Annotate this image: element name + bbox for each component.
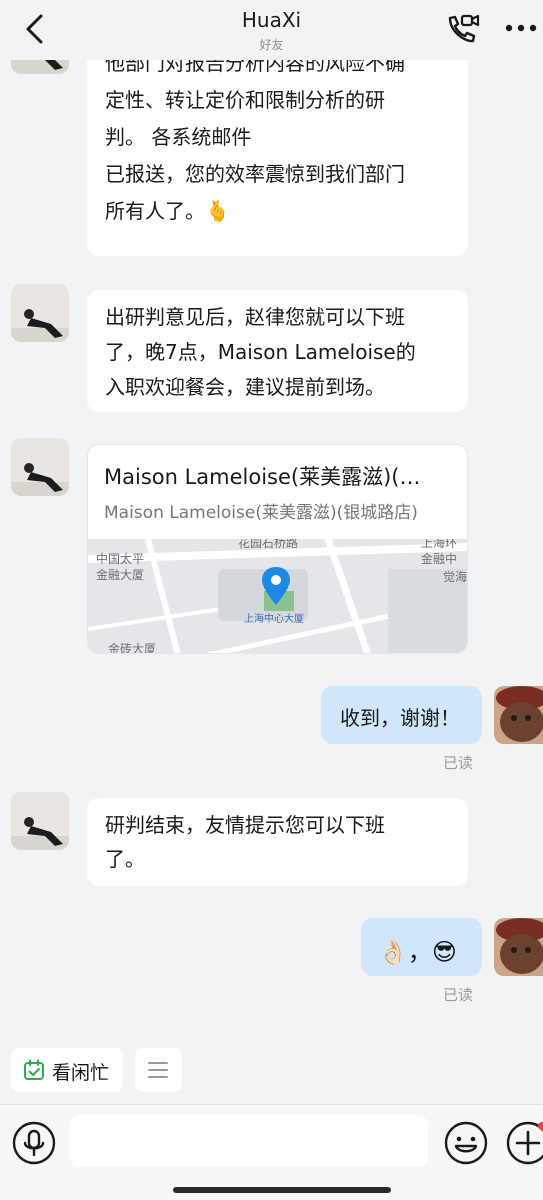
map-label: 金砖大厦 [108, 641, 156, 654]
read-status: 已读 [443, 754, 474, 772]
contact-avatar[interactable] [11, 60, 69, 74]
check-availability-label: 看闲忙 [52, 1062, 110, 1084]
message-list[interactable]: 他部门对报告分析内容的风险不确 定性、转让定价和限制分析的研 判。 各系统邮件 … [0, 60, 543, 1100]
message-line: 了，晚7点，Maison Lameloise的 [105, 340, 416, 364]
plus-icon[interactable] [505, 1120, 543, 1166]
more-actions-button[interactable] [135, 1048, 182, 1092]
message-line: 定性、转让定价和限制分析的研 [105, 88, 385, 112]
message-input[interactable] [70, 1115, 428, 1167]
message-line: 他部门对报告分析内容的风险不确 [105, 60, 405, 75]
chat-header: HuaXi 好友 [0, 0, 543, 60]
message-bubble[interactable]: 研判结束，友情提示您可以下班 了。 [87, 798, 468, 886]
emoji-icon[interactable] [443, 1120, 489, 1166]
my-avatar[interactable] [494, 686, 543, 744]
location-title: Maison Lameloise(莱美露滋)(… [104, 465, 421, 489]
notification-dot [538, 1122, 543, 1130]
message-line: 入职欢迎餐会，建议提前到场。 [105, 375, 385, 399]
contact-avatar[interactable] [11, 284, 69, 342]
microphone-icon[interactable] [11, 1120, 57, 1166]
message-line: 已报送，您的效率震惊到我们部门 [105, 162, 405, 186]
map-label: 上海环 [421, 539, 457, 550]
map-label: 上海中心大厦 [244, 612, 304, 625]
message-line: 研判结束，友情提示您可以下班 [105, 813, 385, 837]
map-label: 金融大厦 [96, 567, 144, 582]
message-line: 判。 各系统邮件 [105, 125, 252, 149]
map-label: 中国太平 [96, 551, 144, 566]
more-icon[interactable] [504, 17, 538, 39]
my-avatar[interactable] [494, 918, 543, 976]
home-indicator [173, 1187, 391, 1193]
calendar-check-icon [24, 1059, 44, 1080]
read-status: 已读 [443, 986, 474, 1004]
contact-avatar[interactable] [11, 792, 69, 850]
map-label: 觉海 [443, 569, 467, 584]
map-label: 金融中 [421, 551, 457, 566]
message-line: 了。 [105, 847, 145, 871]
my-message-bubble[interactable]: 👌🏻，😎 [361, 918, 482, 976]
message-text: 收到，谢谢！ [340, 706, 460, 730]
video-call-icon[interactable] [444, 13, 480, 45]
message-line: 所有人了。🫰 [105, 199, 230, 223]
contact-avatar[interactable] [11, 438, 69, 496]
message-line: 出研判意见后，赵律您就可以下班 [105, 305, 405, 329]
location-address: Maison Lameloise(莱美露滋)(银城路店) [104, 503, 418, 523]
menu-lines-icon [148, 1062, 168, 1078]
my-message-bubble[interactable]: 收到，谢谢！ [321, 686, 482, 744]
message-bubble[interactable]: 出研判意见后，赵律您就可以下班 了，晚7点，Maison Lameloise的 … [87, 290, 468, 412]
input-bar [0, 1104, 543, 1200]
message-text: 👌🏻，😎 [378, 938, 457, 966]
message-bubble[interactable]: 他部门对报告分析内容的风险不确 定性、转让定价和限制分析的研 判。 各系统邮件 … [87, 60, 468, 256]
location-map[interactable]: 花园石桥路 中国太平 金融大厦 上海中心大厦 上海环 金融中 觉海 金砖大厦 [88, 539, 468, 654]
map-label: 花园石桥路 [238, 539, 298, 550]
check-availability-button[interactable]: 看闲忙 [11, 1048, 123, 1092]
location-card[interactable]: Maison Lameloise(莱美露滋)(… Maison Lamelois… [87, 444, 468, 654]
